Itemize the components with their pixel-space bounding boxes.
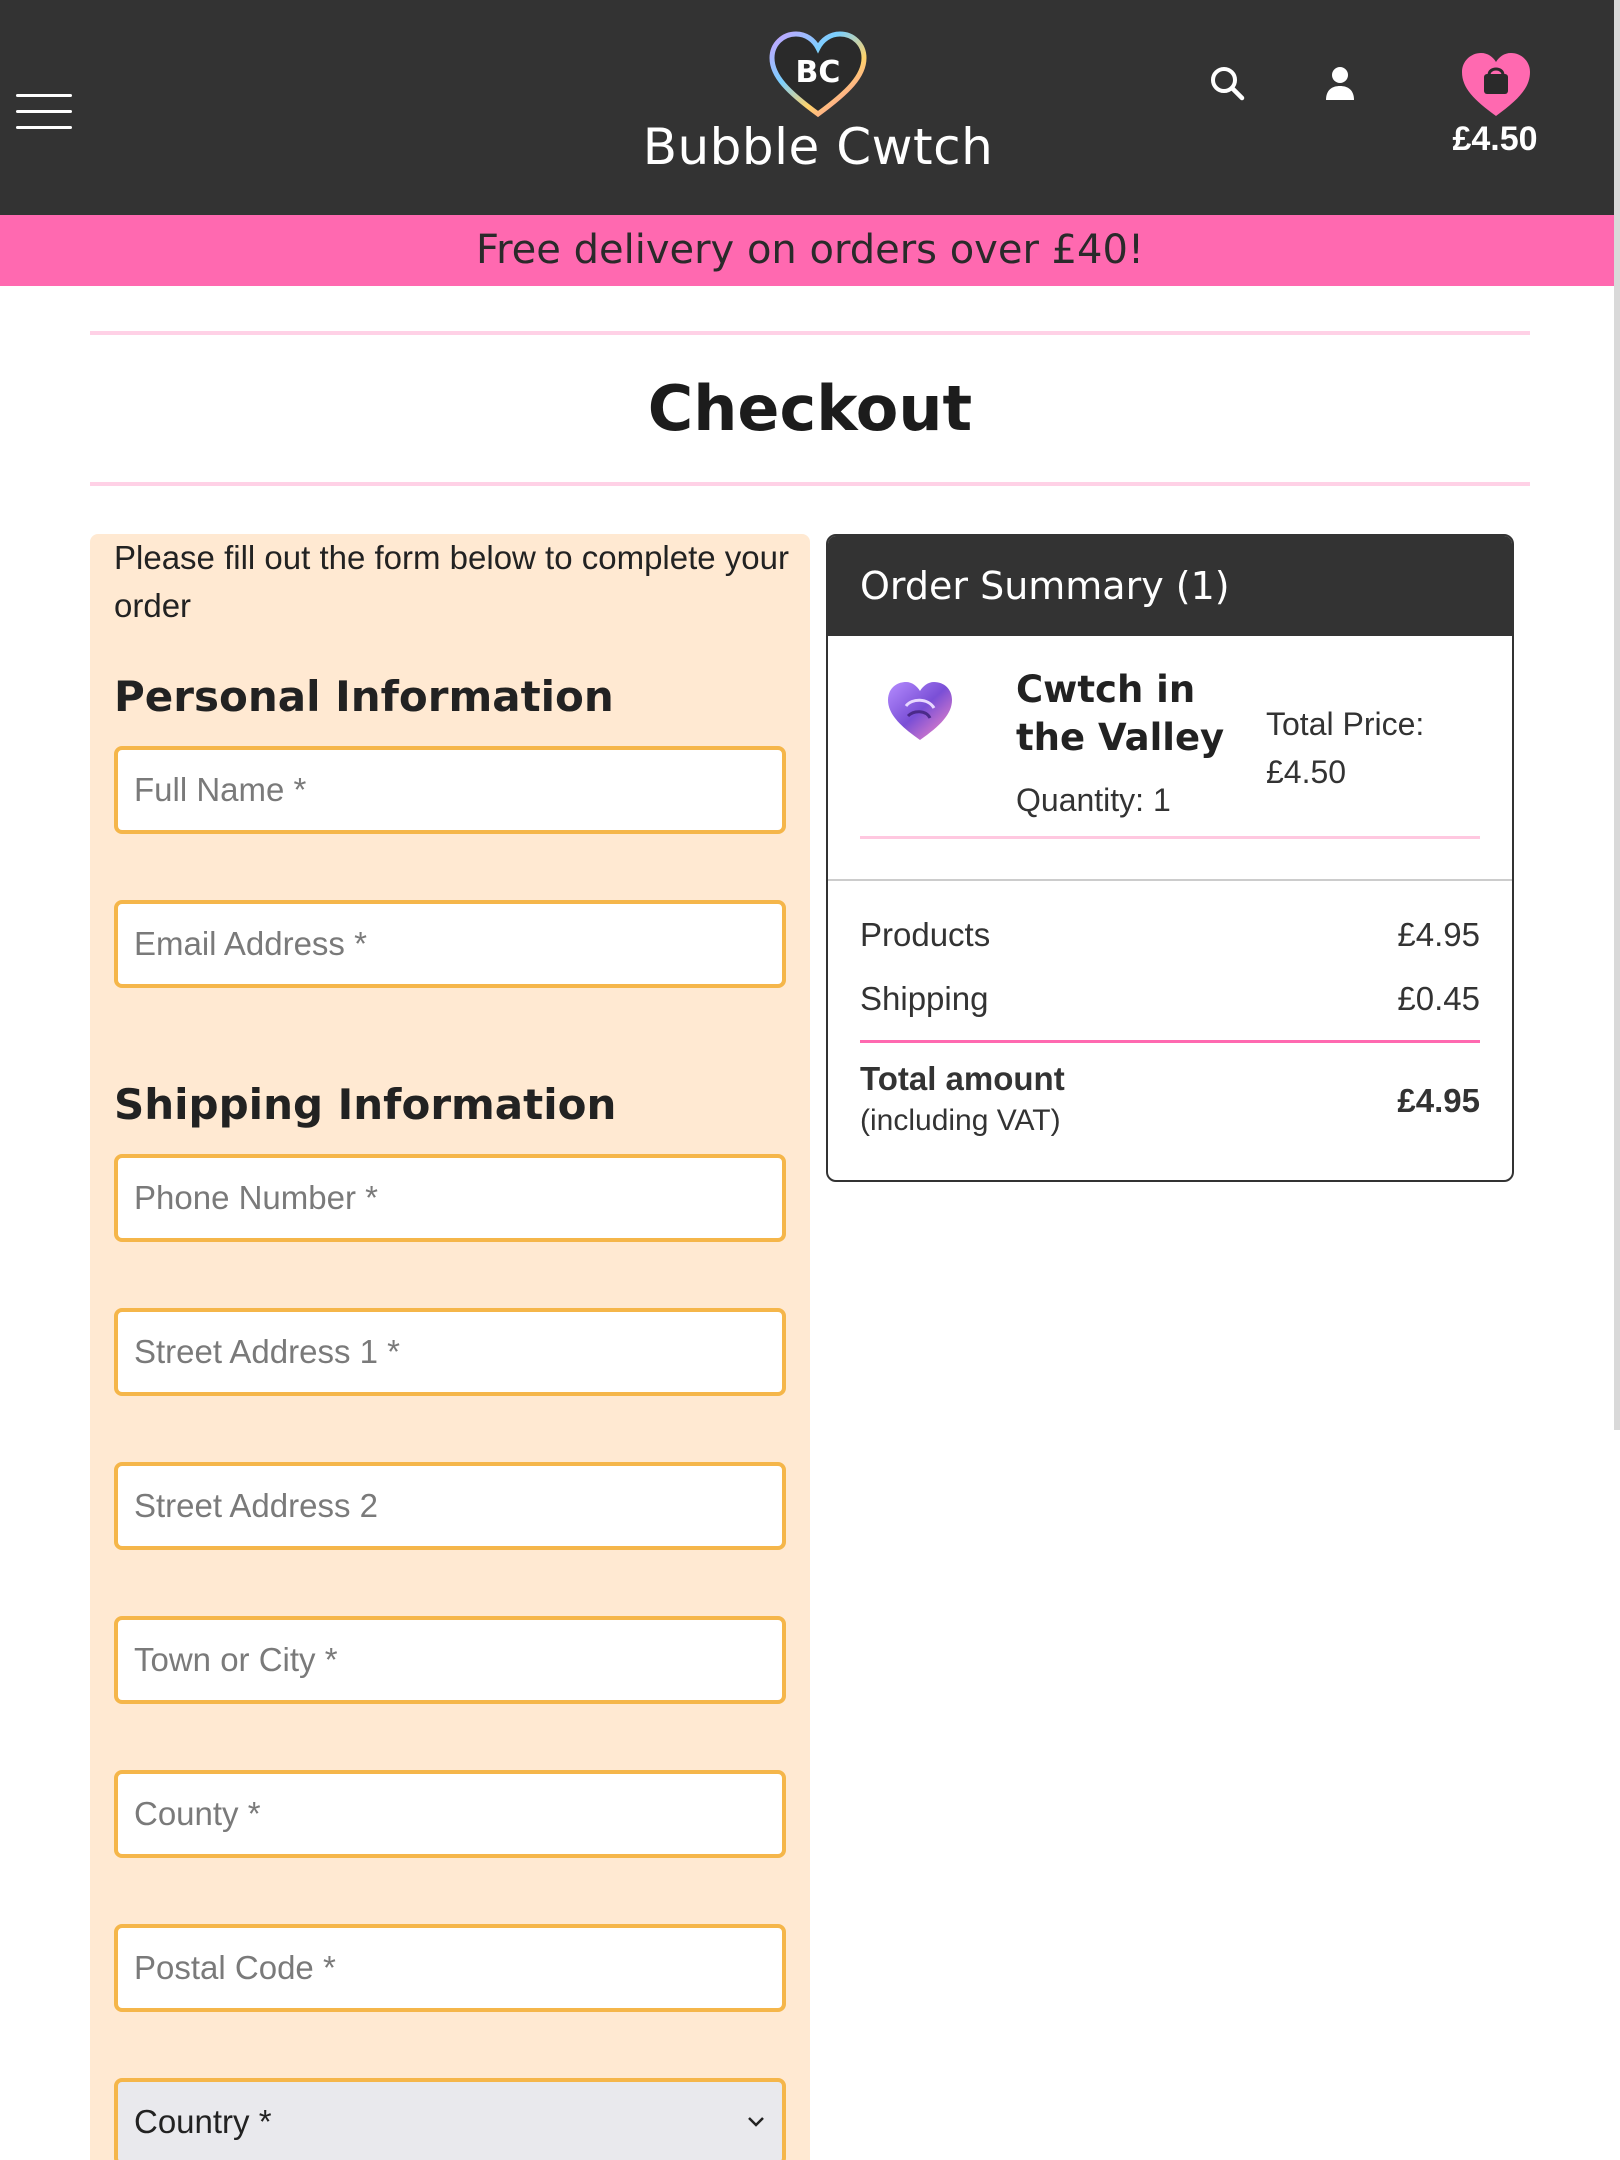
- county-field[interactable]: [114, 1770, 786, 1858]
- summary-divider: [828, 879, 1512, 881]
- product-thumbnail[interactable]: [884, 676, 956, 748]
- shopping-bag-heart-icon: [1462, 53, 1530, 116]
- shipping-value: £0.45: [1397, 980, 1480, 1017]
- form-intro: Please fill out the form below to comple…: [114, 539, 790, 624]
- total-amount-label: Total amount: [860, 1060, 1065, 1097]
- logo[interactable]: BC: [768, 30, 868, 120]
- country-select-value: Country *: [134, 2103, 272, 2140]
- product-price-label: Total Price:: [1266, 706, 1425, 742]
- title-divider-bottom: [90, 482, 1530, 486]
- scrollbar[interactable]: [1614, 0, 1620, 1430]
- country-select[interactable]: Country *: [114, 2078, 786, 2160]
- brand-name[interactable]: Bubble Cwtch: [560, 118, 1076, 176]
- site-header: BC Bubble Cwtch £4.50: [0, 0, 1620, 215]
- cart-total: £4.50: [1452, 120, 1538, 158]
- checkout-form: Please fill out the form below to comple…: [90, 534, 810, 2160]
- postal-code-field[interactable]: [114, 1924, 786, 2012]
- hamburger-menu-icon[interactable]: [16, 94, 72, 130]
- logo-text: BC: [796, 55, 841, 90]
- order-summary-header: Order Summary (1): [828, 536, 1512, 636]
- full-name-field[interactable]: [114, 746, 786, 834]
- town-field[interactable]: [114, 1616, 786, 1704]
- total-vat-note: (including VAT): [860, 1104, 1061, 1137]
- phone-field[interactable]: [114, 1154, 786, 1242]
- chevron-down-icon: [748, 2117, 764, 2127]
- search-icon[interactable]: [1206, 62, 1250, 106]
- products-value: £4.95: [1397, 916, 1480, 953]
- order-summary-title: Order Summary (1): [860, 564, 1230, 608]
- total-divider: [860, 1040, 1480, 1043]
- product-name[interactable]: Cwtch in the Valley: [1016, 666, 1256, 762]
- shipping-label: Shipping: [860, 980, 989, 1017]
- page-title: Checkout: [647, 372, 973, 445]
- product-price: £4.50: [1266, 754, 1347, 790]
- product-quantity: Quantity: 1: [1016, 782, 1171, 818]
- shipping-info-heading: Shipping Information: [114, 1080, 617, 1129]
- email-field[interactable]: [114, 900, 786, 988]
- account-icon[interactable]: [1318, 62, 1362, 106]
- street-address-1-field[interactable]: [114, 1308, 786, 1396]
- total-amount-value: £4.95: [1397, 1082, 1480, 1119]
- promo-banner: Free delivery on orders over £40!: [0, 215, 1620, 286]
- products-label: Products: [860, 916, 991, 953]
- item-divider: [860, 836, 1480, 839]
- cart-button[interactable]: £4.50: [1430, 50, 1550, 160]
- order-summary: Order Summary (1) Cwtch in the Valley Qu…: [826, 534, 1514, 1182]
- title-divider-top: [90, 331, 1530, 335]
- personal-info-heading: Personal Information: [114, 672, 614, 721]
- street-address-2-field[interactable]: [114, 1462, 786, 1550]
- promo-text: Free delivery on orders over £40!: [476, 227, 1144, 273]
